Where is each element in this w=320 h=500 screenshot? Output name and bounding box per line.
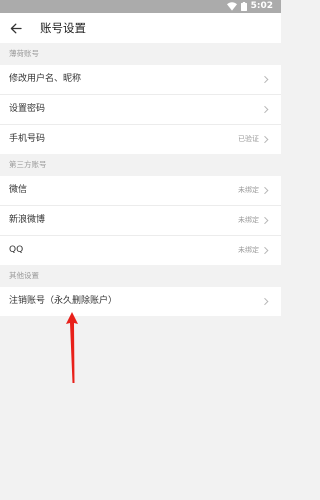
page-title: 账号设置	[40, 21, 86, 35]
chevron-right-icon	[264, 246, 269, 255]
row-qq[interactable]: QQ 未绑定	[0, 236, 281, 265]
arrow-left-icon	[10, 23, 22, 33]
wifi-icon	[227, 2, 237, 11]
row-label: 手机号码	[9, 134, 46, 144]
battery-icon	[241, 2, 247, 11]
back-button[interactable]	[4, 16, 28, 40]
row-delete-account[interactable]: 注销账号（永久删除账户）	[0, 287, 281, 316]
row-label: 修改用户名、昵称	[9, 74, 82, 84]
row-set-password[interactable]: 设置密码	[0, 95, 281, 124]
annotation-arrow	[66, 312, 78, 383]
chevron-right-icon	[264, 297, 269, 306]
chevron-right-icon	[264, 186, 269, 195]
chevron-right-icon	[264, 216, 269, 225]
chevron-right-icon	[264, 135, 269, 144]
row-sina-weibo[interactable]: 新浪微博 未绑定	[0, 206, 281, 235]
status-time: 5:02	[250, 1, 273, 11]
status-bar: 5:02	[0, 0, 281, 13]
row-edit-username-nickname[interactable]: 修改用户名、昵称	[0, 65, 281, 94]
section-header-third-party: 第三方账号	[9, 160, 47, 169]
chevron-right-icon	[264, 75, 269, 84]
row-label: 设置密码	[9, 104, 46, 114]
row-status-value: 已验证	[238, 135, 259, 143]
chevron-right-icon	[264, 105, 269, 114]
row-label: 新浪微博	[9, 215, 46, 225]
row-status-value: 未绑定	[238, 246, 259, 254]
row-label: 微信	[9, 185, 28, 195]
status-icons	[227, 2, 247, 11]
row-status-value: 未绑定	[238, 216, 259, 224]
row-label: QQ	[9, 245, 24, 255]
row-status-value: 未绑定	[238, 186, 259, 194]
row-phone-number[interactable]: 手机号码 已验证	[0, 125, 281, 154]
app-bar: 账号设置	[0, 13, 281, 43]
row-wechat[interactable]: 微信 未绑定	[0, 176, 281, 205]
section-header-other: 其他设置	[9, 271, 39, 280]
section-header-account: 薄荷账号	[9, 49, 39, 58]
